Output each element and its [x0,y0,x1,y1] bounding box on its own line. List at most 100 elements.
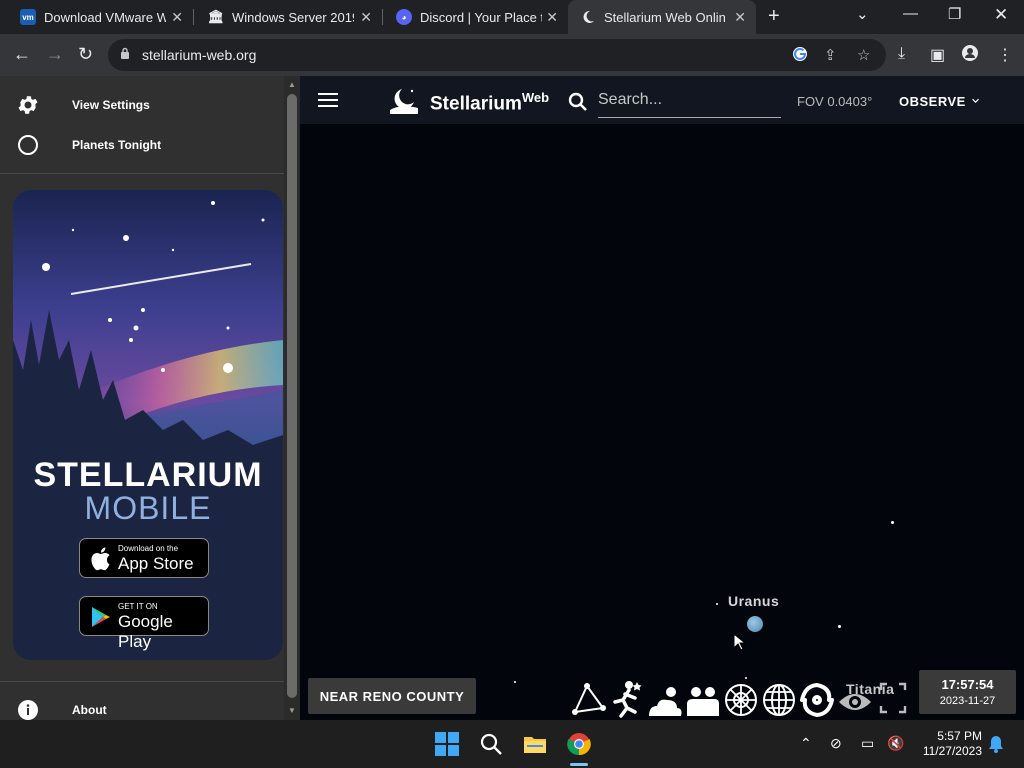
url-text[interactable]: stellarium-web.org [142,47,256,63]
taskbar-clock[interactable]: 5:57 PM 11/27/2023 [912,729,982,759]
sidebar-item-label: View Settings [72,98,150,112]
mouse-cursor-icon [733,633,745,651]
star[interactable] [891,521,894,524]
building-icon: 🏛 [207,9,225,24]
scroll-up-arrow-icon[interactable]: ▲ [288,80,296,89]
planet-label-uranus: Uranus [728,593,780,609]
google-play-icon [92,607,110,627]
observe-label: OBSERVE [899,93,966,109]
tab-title: Download VMware Wo [44,9,166,25]
close-window-button[interactable]: ✕ [994,5,1008,25]
browser-tab[interactable]: ◕ Discord | Your Place to ✕ [376,0,568,34]
moon-label-titania: Titania [846,681,895,697]
tab-title: Windows Server 2019 ( [232,9,354,25]
fov-readout: FOV 0.0403° [797,94,873,109]
close-tab-icon[interactable]: ✕ [546,9,558,26]
browser-tab-bar: vm Download VMware Wo ✕ 🏛 Windows Server… [0,0,1024,34]
sidebar-item-view-settings[interactable]: View Settings [0,85,284,125]
gear-icon [18,96,38,114]
sidebar: View Settings Planets Tonight STELLARIUM… [0,76,284,720]
tab-title: Stellarium Web Online [604,9,726,25]
circle-icon [18,135,38,155]
star[interactable] [838,625,841,628]
google-play-small-label: GET IT ON [118,602,158,611]
new-tab-button[interactable]: + [768,5,780,28]
star[interactable] [514,681,516,683]
search-field[interactable] [598,88,781,118]
star[interactable] [716,603,718,605]
sidebar-scrollbar[interactable]: ▲ ▼ [284,76,300,720]
browser-tab-active[interactable]: Stellarium Web Online ✕ [568,0,756,34]
equatorial-grid-icon[interactable] [761,678,797,718]
taskbar-search-icon[interactable] [479,732,503,756]
browser-tab[interactable]: vm Download VMware Wo ✕ [0,0,193,34]
search-input[interactable] [598,91,778,109]
display-icon[interactable]: ▭ [861,735,874,752]
profile-icon[interactable] [962,45,978,66]
file-explorer-icon[interactable] [523,732,547,756]
sidebar-item-planets-tonight[interactable]: Planets Tonight [0,125,284,165]
tray-overflow-chevron-icon[interactable]: ⌃ [800,735,812,752]
omnibox[interactable]: stellarium-web.org ⇪ ☆ [108,39,886,71]
side-panel-icon[interactable]: ▣ [930,45,945,65]
sky-view[interactable]: StellariumWeb FOV 0.0403° OBSERVE Uranus… [300,76,1024,720]
address-bar: ← → ↻ stellarium-web.org ⇪ ☆ ⤓ ▣ ⋮ [0,34,1024,76]
app-toolbar: StellariumWeb FOV 0.0403° OBSERVE [300,76,1024,124]
network-off-icon[interactable]: ⊘ [830,735,842,752]
search-icon[interactable] [568,92,588,112]
chrome-icon[interactable] [567,732,591,756]
lock-icon[interactable] [120,47,130,59]
app-logo-text: StellariumWeb [430,90,549,115]
promo-subtitle: MOBILE [84,490,212,526]
bookmark-star-icon[interactable]: ☆ [857,46,870,64]
close-tab-icon[interactable]: ✕ [734,9,746,26]
chevron-down-icon [972,98,979,104]
notification-bell-icon[interactable] [988,735,1004,753]
planet-uranus[interactable] [747,616,763,632]
scrollbar-thumb[interactable] [287,94,297,698]
download-icon[interactable]: ⤓ [898,45,905,63]
stellarium-mobile-promo[interactable]: STELLARIUM MOBILE Download on the App St… [13,190,283,660]
sidebar-divider [0,173,284,174]
promo-night-sky-illustration [13,201,283,660]
constellation-art-icon[interactable] [609,678,645,718]
taskbar-date: 11/27/2023 [922,744,982,758]
landscape-icon[interactable] [685,678,721,718]
deep-sky-objects-icon[interactable] [799,678,835,718]
sidebar-item-label: Planets Tonight [72,138,162,152]
sidebar-item-about[interactable]: About [0,690,284,720]
forward-button[interactable]: → [46,44,64,65]
close-tab-icon[interactable]: ✕ [171,9,183,26]
observe-button[interactable]: OBSERVE [883,86,979,116]
app-name-sup: Web [521,90,550,105]
app-store-small-label: Download on the [118,544,179,553]
hamburger-menu-icon[interactable] [318,93,338,107]
minimize-button[interactable]: — [903,5,918,22]
scroll-down-arrow-icon[interactable]: ▼ [288,706,296,715]
share-icon[interactable]: ⇪ [824,46,837,64]
vmware-icon: vm [20,9,36,25]
azimuthal-grid-icon[interactable] [723,678,759,718]
google-icon[interactable] [792,46,808,66]
tab-search-icon[interactable]: ⌄ [856,5,869,23]
browser-tab[interactable]: 🏛 Windows Server 2019 ( ✕ [188,0,382,34]
location-button[interactable]: NEAR RENO COUNTY [308,678,476,714]
app-name: Stellarium [430,93,522,115]
back-button[interactable]: ← [13,44,31,65]
reload-button[interactable]: ↻ [78,44,93,65]
sky-date: 2023-11-27 [939,695,996,707]
close-tab-icon[interactable]: ✕ [360,9,372,26]
atmosphere-icon[interactable] [647,678,683,718]
restore-button[interactable]: ❐ [948,5,961,23]
browser-menu-icon[interactable]: ⋮ [997,45,1013,65]
windows-start-icon[interactable] [435,732,459,756]
app-store-button[interactable]: Download on the App Store [79,538,209,578]
active-app-indicator [570,763,588,766]
sidebar-divider [0,681,284,682]
date-time-button[interactable]: 17:57:54 2023-11-27 [919,670,1016,714]
stellarium-icon [580,9,596,25]
google-play-button[interactable]: GET IT ON Google Play [79,596,209,651]
constellation-lines-icon[interactable] [571,678,607,718]
stellarium-logo-icon [390,89,418,114]
volume-muted-icon[interactable]: 🔇 [887,735,904,752]
